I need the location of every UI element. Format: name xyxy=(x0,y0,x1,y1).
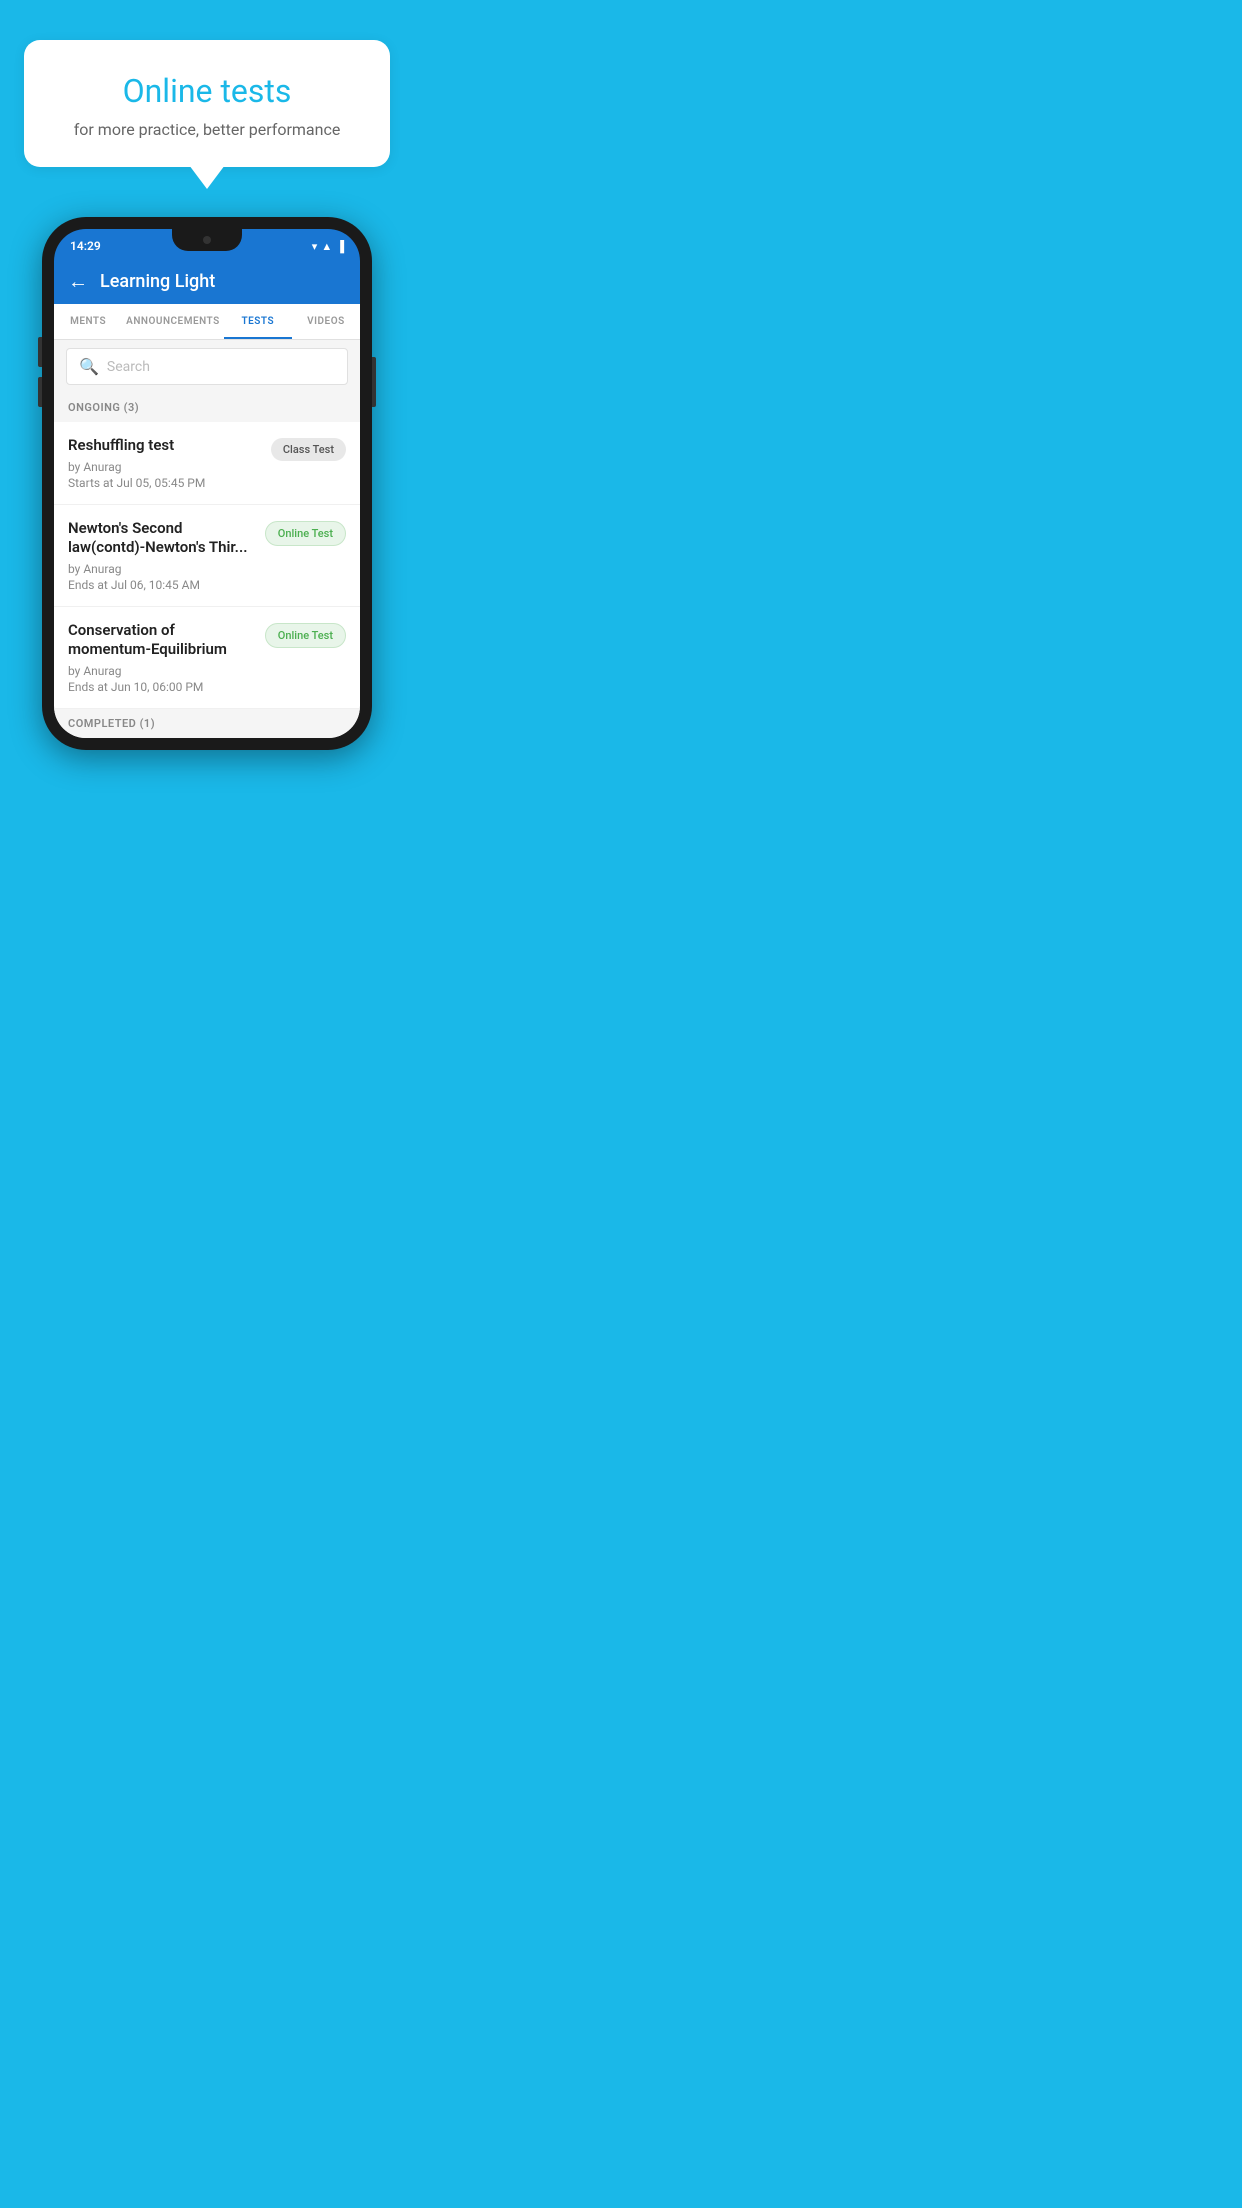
signal-icon: ▲ xyxy=(321,240,332,253)
test-info-2: Newton's Second law(contd)-Newton's Thir… xyxy=(68,519,265,592)
test-time-2: Ends at Jul 06, 10:45 AM xyxy=(68,578,257,592)
ongoing-label: ONGOING (3) xyxy=(54,393,360,422)
test-item-2[interactable]: Newton's Second law(contd)-Newton's Thir… xyxy=(54,505,360,607)
test-time-1: Starts at Jul 05, 05:45 PM xyxy=(68,476,263,490)
search-icon: 🔍 xyxy=(79,357,99,376)
tab-videos[interactable]: VIDEOS xyxy=(292,304,360,339)
tab-bar: MENTS ANNOUNCEMENTS TESTS VIDEOS xyxy=(54,304,360,340)
speech-bubble: Online tests for more practice, better p… xyxy=(24,40,390,167)
bubble-subtitle: for more practice, better performance xyxy=(52,120,362,139)
phone-frame: 14:29 ▾ ▲ ▐ ← Learning Light MENTS ANNOU… xyxy=(42,217,372,750)
phone-screen: 14:29 ▾ ▲ ▐ ← Learning Light MENTS ANNOU… xyxy=(54,229,360,738)
tab-assignments[interactable]: MENTS xyxy=(54,304,122,339)
battery-icon: ▐ xyxy=(336,240,344,253)
test-name-3: Conservation of momentum-Equilibrium xyxy=(68,621,257,660)
app-title: Learning Light xyxy=(100,271,215,292)
power-button xyxy=(372,357,376,407)
tab-tests[interactable]: TESTS xyxy=(224,304,292,339)
test-name-1: Reshuffling test xyxy=(68,436,263,456)
test-badge-1: Class Test xyxy=(271,438,346,461)
test-author-3: by Anurag xyxy=(68,664,257,678)
status-icons: ▾ ▲ ▐ xyxy=(312,240,344,253)
app-bar: ← Learning Light xyxy=(54,259,360,304)
search-bar: 🔍 Search xyxy=(54,340,360,393)
test-badge-3: Online Test xyxy=(265,623,346,648)
test-info-1: Reshuffling test by Anurag Starts at Jul… xyxy=(68,436,271,490)
test-item-1[interactable]: Reshuffling test by Anurag Starts at Jul… xyxy=(54,422,360,505)
phone-mockup: 14:29 ▾ ▲ ▐ ← Learning Light MENTS ANNOU… xyxy=(0,217,414,770)
bubble-title: Online tests xyxy=(52,72,362,110)
test-name-2: Newton's Second law(contd)-Newton's Thir… xyxy=(68,519,257,558)
tab-announcements[interactable]: ANNOUNCEMENTS xyxy=(122,304,224,339)
search-input-wrapper[interactable]: 🔍 Search xyxy=(66,348,348,385)
test-author-1: by Anurag xyxy=(68,460,263,474)
test-item-3[interactable]: Conservation of momentum-Equilibrium by … xyxy=(54,607,360,709)
back-button[interactable]: ← xyxy=(68,269,88,294)
test-author-2: by Anurag xyxy=(68,562,257,576)
camera xyxy=(203,236,211,244)
notch xyxy=(172,229,242,251)
test-info-3: Conservation of momentum-Equilibrium by … xyxy=(68,621,265,694)
completed-label: COMPLETED (1) xyxy=(54,709,360,738)
promo-section: Online tests for more practice, better p… xyxy=(0,0,414,167)
test-badge-2: Online Test xyxy=(265,521,346,546)
test-time-3: Ends at Jun 10, 06:00 PM xyxy=(68,680,257,694)
test-list: Reshuffling test by Anurag Starts at Jul… xyxy=(54,422,360,738)
volume-up-button xyxy=(38,337,42,367)
status-time: 14:29 xyxy=(70,239,101,253)
wifi-icon: ▾ xyxy=(312,240,318,253)
volume-down-button xyxy=(38,377,42,407)
search-input[interactable]: Search xyxy=(107,359,150,375)
